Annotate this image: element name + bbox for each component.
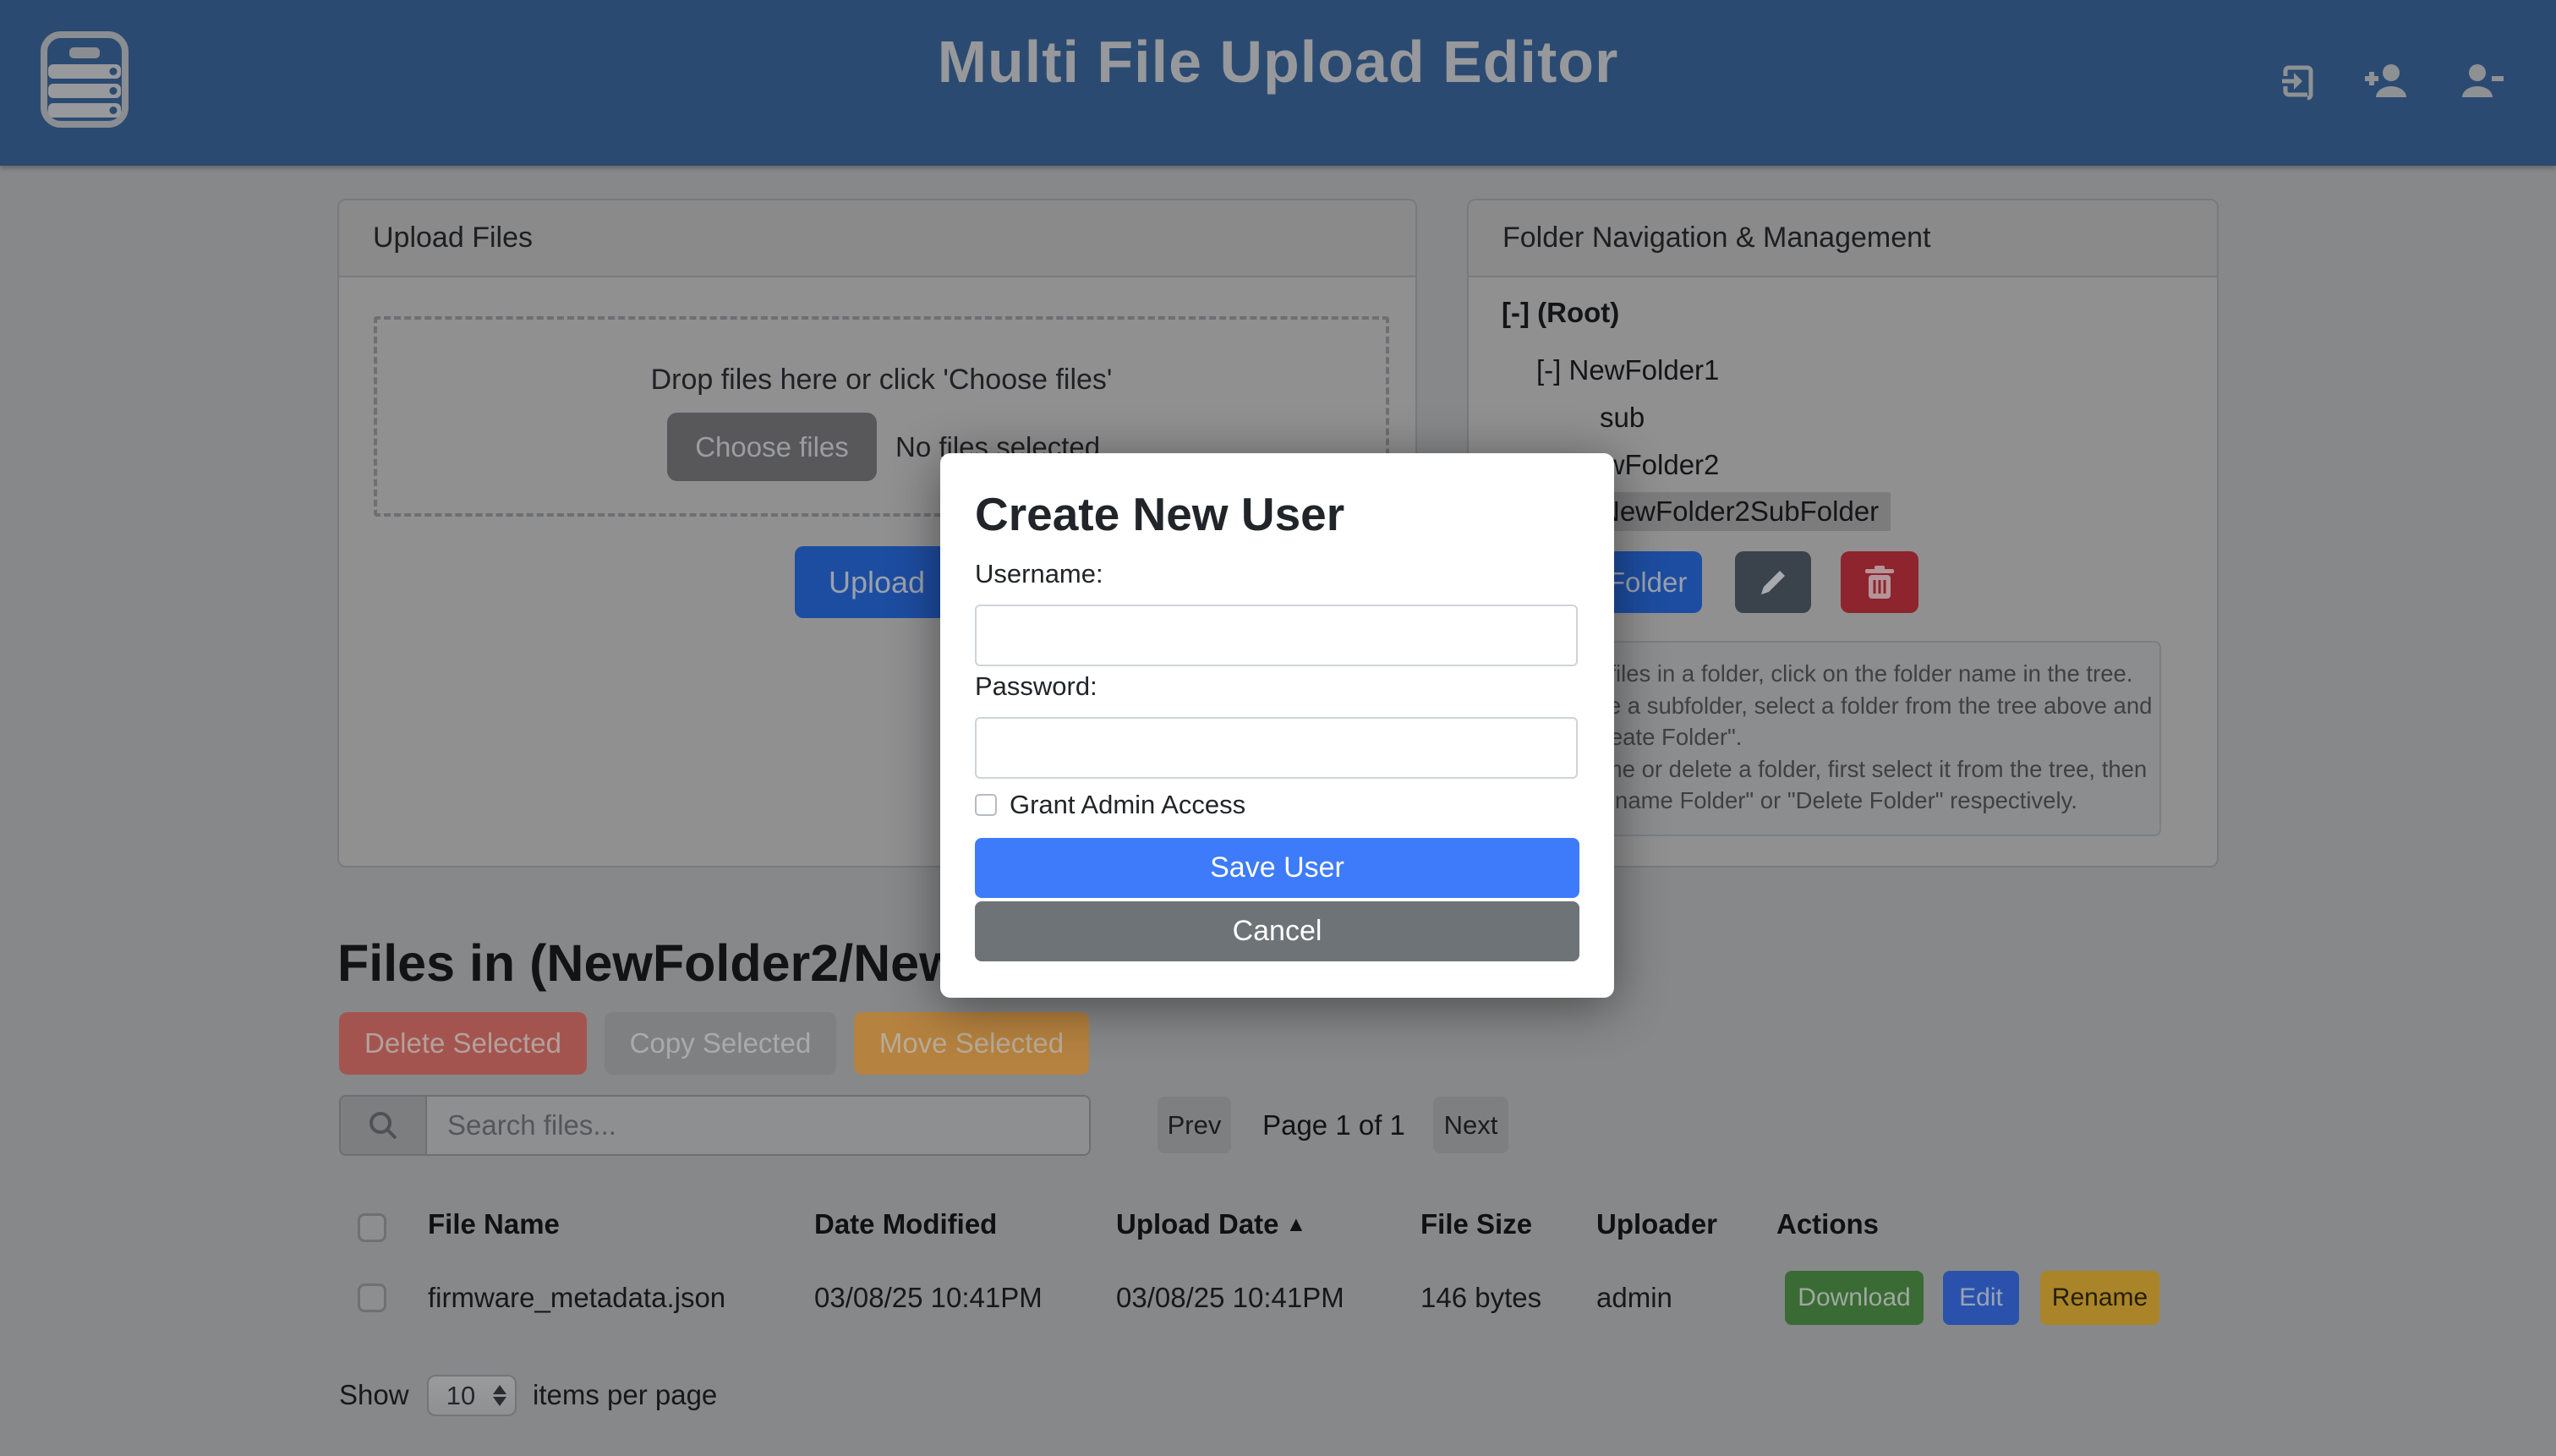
add-user-icon[interactable] bbox=[2363, 62, 2411, 101]
header-bar: Multi File Upload Editor bbox=[0, 0, 2556, 166]
delete-folder-button[interactable] bbox=[1841, 551, 1918, 613]
help-line: To rename or delete a folder, first sele… bbox=[1525, 753, 2159, 785]
col-file-name[interactable]: File Name bbox=[428, 1208, 560, 1240]
copy-selected-button[interactable]: Copy Selected bbox=[605, 1012, 836, 1075]
move-selected-button[interactable]: Move Selected bbox=[854, 1012, 1089, 1075]
grant-admin-label: Grant Admin Access bbox=[1010, 790, 1245, 820]
app-screen: Multi File Upload Editor Upload Files bbox=[0, 0, 2556, 1456]
upload-button[interactable]: Upload bbox=[795, 546, 959, 618]
help-line: click "Create Folder". bbox=[1525, 721, 2159, 753]
col-actions: Actions bbox=[1776, 1208, 1879, 1240]
trash-icon bbox=[1864, 565, 1896, 600]
create-user-modal: Create New User Username: Password: Gran… bbox=[940, 453, 1614, 998]
header-actions bbox=[2277, 61, 2505, 101]
cell-file-name: firmware_metadata.json bbox=[428, 1282, 725, 1314]
search-icon bbox=[367, 1109, 399, 1141]
tree-item-newfolder1[interactable]: [-] NewFolder1 bbox=[1536, 351, 1719, 390]
tree-item-root[interactable]: [-] (Root) bbox=[1502, 293, 1619, 332]
cell-upload-date: 03/08/25 10:41PM bbox=[1116, 1282, 1344, 1314]
dropzone-hint: Drop files here or click 'Choose files' bbox=[377, 364, 1386, 397]
items-per-page-value: 10 bbox=[429, 1381, 493, 1411]
prev-page-button[interactable]: Prev bbox=[1158, 1097, 1231, 1153]
select-all-checkbox[interactable] bbox=[358, 1213, 386, 1242]
modal-title: Create New User bbox=[975, 487, 1344, 541]
download-button[interactable]: Download bbox=[1785, 1271, 1924, 1325]
cell-date-modified: 03/08/25 10:41PM bbox=[814, 1282, 1043, 1314]
help-line: To create a subfolder, select a folder f… bbox=[1525, 690, 2159, 722]
select-stepper-icon bbox=[493, 1385, 506, 1406]
cell-uploader: admin bbox=[1596, 1282, 1672, 1314]
next-page-button[interactable]: Next bbox=[1433, 1097, 1508, 1153]
show-label: Show bbox=[339, 1379, 409, 1411]
cancel-button[interactable]: Cancel bbox=[975, 901, 1579, 961]
choose-files-button[interactable]: Choose files bbox=[667, 413, 877, 481]
rename-folder-button[interactable] bbox=[1735, 551, 1811, 613]
delete-selected-button[interactable]: Delete Selected bbox=[339, 1012, 587, 1075]
remove-user-icon[interactable] bbox=[2458, 62, 2505, 101]
tree-item-sub[interactable]: sub bbox=[1600, 398, 1645, 437]
help-line: To view files in a folder, click on the … bbox=[1525, 658, 2159, 690]
col-uploader[interactable]: Uploader bbox=[1596, 1208, 1717, 1240]
upload-panel-title: Upload Files bbox=[339, 200, 1415, 277]
password-field[interactable] bbox=[975, 717, 1578, 779]
col-file-size[interactable]: File Size bbox=[1420, 1208, 1532, 1240]
col-upload-date-label: Upload Date bbox=[1116, 1208, 1279, 1240]
username-label: Username: bbox=[975, 559, 1103, 589]
tree-item-newfolder2subfolder-selected[interactable]: NewFolder2SubFolder bbox=[1593, 492, 1891, 531]
cell-file-size: 146 bytes bbox=[1420, 1282, 1541, 1314]
page-indicator: Page 1 of 1 bbox=[1251, 1097, 1416, 1153]
col-date-modified[interactable]: Date Modified bbox=[814, 1208, 997, 1240]
logout-icon[interactable] bbox=[2277, 61, 2316, 101]
items-per-page-select[interactable]: 10 bbox=[427, 1375, 517, 1416]
col-upload-date[interactable]: Upload Date ▲ bbox=[1116, 1208, 1306, 1240]
help-line: click "Rename Folder" or "Delete Folder"… bbox=[1525, 785, 2159, 817]
rename-button[interactable]: Rename bbox=[2040, 1271, 2159, 1325]
password-label: Password: bbox=[975, 671, 1097, 702]
sort-asc-icon: ▲ bbox=[1286, 1212, 1307, 1236]
pencil-icon bbox=[1756, 566, 1790, 599]
row-checkbox[interactable] bbox=[358, 1284, 386, 1312]
save-user-button[interactable]: Save User bbox=[975, 838, 1579, 898]
search-input[interactable] bbox=[425, 1095, 1091, 1156]
grant-admin-checkbox[interactable] bbox=[975, 794, 997, 816]
items-per-page-label: items per page bbox=[533, 1379, 717, 1411]
file-search bbox=[339, 1095, 1091, 1156]
folder-panel-title: Folder Navigation & Management bbox=[1469, 200, 2217, 277]
page-title: Multi File Upload Editor bbox=[0, 28, 2556, 96]
search-icon-box bbox=[339, 1095, 425, 1156]
edit-button[interactable]: Edit bbox=[1943, 1271, 2019, 1325]
username-field[interactable] bbox=[975, 605, 1578, 666]
